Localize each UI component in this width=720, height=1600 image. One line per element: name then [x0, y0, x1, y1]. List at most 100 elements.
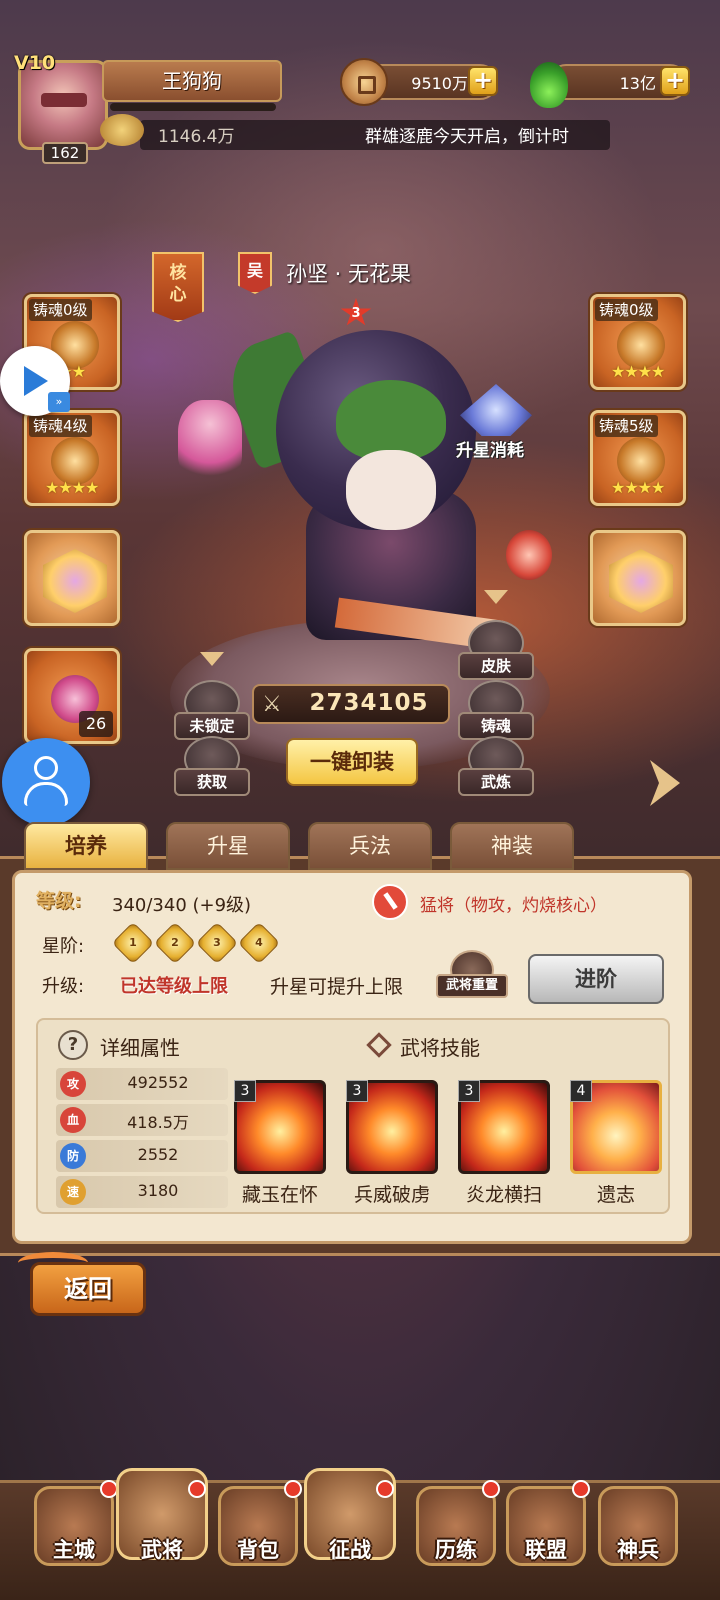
player-name: 王狗狗 — [102, 60, 282, 102]
back-button[interactable]: 返回 — [30, 1262, 146, 1316]
nav-training[interactable]: 历练 — [410, 1478, 502, 1598]
training-button[interactable]: 武炼 — [458, 736, 534, 798]
companion-fairy — [178, 400, 242, 480]
level-label: 等级: — [36, 890, 82, 912]
skill-3-name: 炎龙横扫 — [465, 1184, 542, 1206]
core-label: 核心 — [169, 263, 187, 305]
notification-dot — [572, 1480, 590, 1498]
tab-divine-gear[interactable]: 神装 — [450, 822, 574, 870]
announcement-horn-icon[interactable] — [100, 114, 144, 146]
stat-row-defense: 防 2552 — [56, 1140, 228, 1172]
skill-level-badge: 3 — [458, 1080, 480, 1102]
equipment-slot-chest[interactable]: 铸魂5级 ★★★★ — [590, 410, 686, 506]
lock-button[interactable]: 未锁定 — [174, 680, 250, 742]
green-potion-icon — [530, 62, 568, 108]
nav-heroes[interactable]: 武将 — [116, 1468, 208, 1598]
equipment-slot-armor[interactable]: 铸魂4级 ★★★★ — [24, 410, 120, 506]
nav-label: 背包 — [237, 1538, 279, 1562]
experience-bar — [110, 103, 276, 111]
training-label: 武炼 — [458, 768, 534, 796]
equipment-slot-empty-left[interactable] — [24, 530, 120, 626]
level-value: 340/340 (+9级) — [112, 895, 252, 916]
nav-label: 联盟 — [525, 1538, 567, 1562]
crossed-swords-icon: ⚔ — [262, 692, 282, 717]
companion-slot[interactable]: 26 — [24, 648, 120, 744]
user-profile-button[interactable] — [2, 738, 90, 826]
skill-3-icon[interactable]: 3 — [458, 1080, 550, 1174]
star-upgrade-cost-label: 升星消耗 — [456, 441, 524, 461]
notification-dot — [284, 1480, 302, 1498]
stat-row-speed: 速 3180 — [56, 1176, 228, 1208]
combat-power-display: ⚔ 2734105 — [252, 684, 450, 724]
forge-level-tag: 铸魂4级 — [29, 415, 92, 437]
nav-label: 武将 — [141, 1538, 183, 1562]
skill-level-badge: 3 — [346, 1080, 368, 1102]
nav-alliance[interactable]: 联盟 — [500, 1478, 592, 1598]
potion-amount: 13亿 — [619, 74, 656, 93]
nav-label: 征战 — [329, 1538, 371, 1562]
nav-main-city[interactable]: 主城 — [28, 1478, 120, 1598]
tab-cultivate[interactable]: 培养 — [24, 822, 148, 870]
skill-2-name: 兵威破虏 — [353, 1184, 430, 1206]
attributes-title: 详细属性 — [100, 1036, 180, 1060]
notification-dot — [376, 1480, 394, 1498]
question-icon[interactable]: ? — [58, 1030, 88, 1060]
combat-power-value: 2734105 — [309, 690, 429, 716]
upgrade-label: 升级: — [42, 976, 85, 997]
obtain-button[interactable]: 获取 — [174, 736, 250, 798]
hero-name: 孙坚 · 无花果 — [286, 262, 412, 286]
attack-value: 492552 — [127, 1073, 189, 1092]
skill-level-badge: 4 — [570, 1080, 592, 1102]
unequip-all-button[interactable]: 一键卸装 — [286, 738, 418, 786]
advance-button[interactable]: 进阶 — [528, 954, 664, 1004]
forge-button[interactable]: 铸魂 — [458, 680, 534, 742]
nav-backpack[interactable]: 背包 — [212, 1478, 304, 1598]
empty-slot-emblem-icon — [609, 549, 673, 613]
skill-1-icon[interactable]: 3 — [234, 1080, 326, 1174]
equipment-stars: ★★★★ — [611, 478, 665, 497]
hero-type-text: 猛将（物攻，灼烧核心） — [420, 896, 607, 916]
equipment-slot-empty-right[interactable] — [590, 530, 686, 626]
tab-star-up[interactable]: 升星 — [166, 822, 290, 870]
vip-level: V10 — [14, 52, 56, 74]
player-power: 1146.4万 — [158, 127, 235, 147]
skill-1-name: 藏玉在怀 — [241, 1184, 318, 1206]
faction-badge: 吴 — [238, 252, 272, 294]
speed-icon: 速 — [60, 1179, 86, 1205]
nav-divine-weapons[interactable]: 神兵 — [592, 1478, 684, 1598]
speed-value: 3180 — [137, 1181, 179, 1200]
add-potions-button[interactable]: + — [660, 66, 690, 96]
notification-dot — [482, 1480, 500, 1498]
empty-slot-emblem-icon — [43, 549, 107, 613]
stat-row-attack: 攻 492552 — [56, 1068, 228, 1100]
skin-label: 皮肤 — [458, 652, 534, 680]
forge-level-tag: 铸魂0级 — [595, 299, 658, 321]
announcement-marquee: 群雄逐鹿今天开启，倒计时 — [365, 127, 569, 147]
player-level: 162 — [42, 142, 88, 164]
add-coins-button[interactable]: + — [468, 66, 498, 96]
equipment-stars: ★★★★ — [611, 362, 665, 381]
attack-icon: 攻 — [60, 1071, 86, 1097]
health-icon: 血 — [60, 1107, 86, 1133]
skill-2-icon[interactable]: 3 — [346, 1080, 438, 1174]
equipment-stars: ★★★★ — [45, 478, 99, 497]
star-up-note: 升星可提升上限 — [270, 976, 404, 998]
tab-tactics[interactable]: 兵法 — [308, 822, 432, 870]
nav-label: 主城 — [53, 1538, 95, 1562]
forge-level-tag: 铸魂5级 — [595, 415, 658, 437]
nav-label: 神兵 — [617, 1538, 659, 1562]
defense-value: 2552 — [137, 1145, 179, 1164]
skill-4-icon[interactable]: 4 — [570, 1080, 662, 1174]
forge-level-tag: 铸魂0级 — [29, 299, 92, 321]
skin-button[interactable]: 皮肤 — [458, 620, 534, 682]
coin-amount: 9510万 — [411, 74, 468, 93]
fast-forward-icon[interactable]: » — [48, 392, 70, 412]
stat-row-health: 血 418.5万 — [56, 1104, 228, 1136]
hero-reset-button[interactable]: 武将重置 — [436, 950, 508, 1002]
obtain-label: 获取 — [174, 768, 250, 796]
attack-type-icon — [372, 884, 408, 920]
reset-label: 武将重置 — [436, 974, 508, 998]
equipment-slot-helmet[interactable]: 铸魂0级 ★★★★ — [590, 294, 686, 390]
nav-campaign[interactable]: 征战 — [304, 1468, 396, 1598]
skills-title: 武将技能 — [400, 1036, 480, 1060]
